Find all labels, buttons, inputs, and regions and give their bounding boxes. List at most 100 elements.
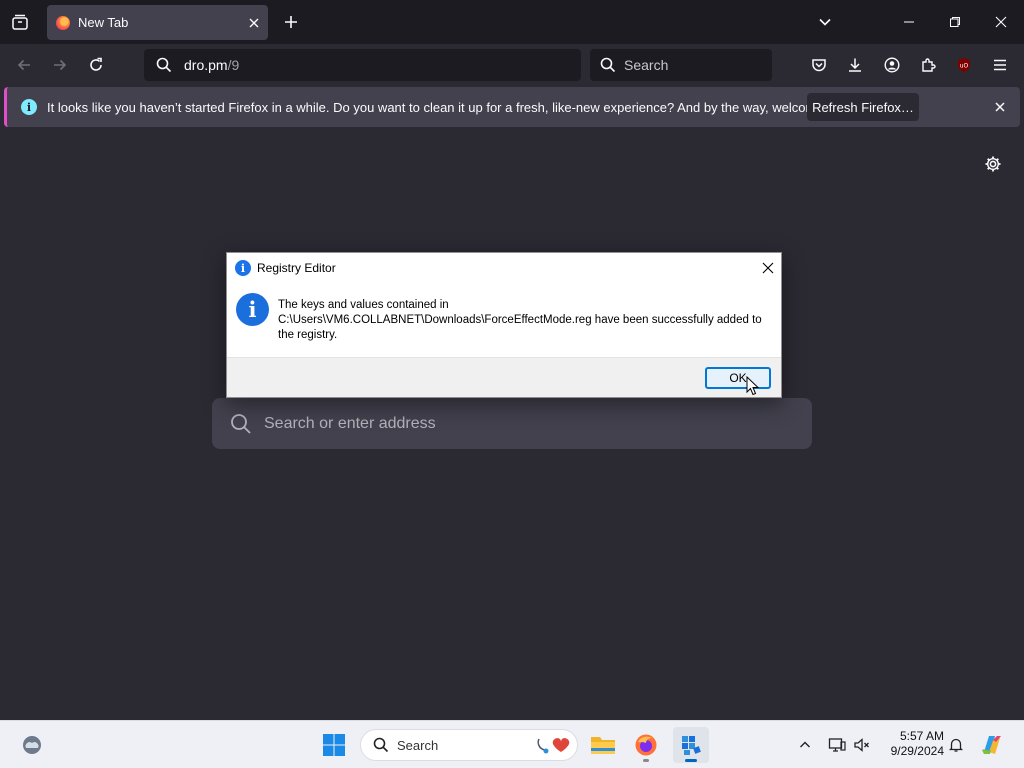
- account-icon: [884, 57, 900, 73]
- tab-close-button[interactable]: [240, 9, 268, 37]
- clock[interactable]: 5:57 AM 9/29/2024: [880, 729, 944, 759]
- info-icon: i: [235, 260, 251, 276]
- bell-icon: [948, 738, 964, 752]
- plus-icon: [285, 16, 297, 28]
- url-bar[interactable]: dro.pm/9: [144, 49, 581, 81]
- close-icon: [995, 102, 1005, 112]
- search-icon: [373, 737, 389, 753]
- taskbar: Search 5:57 AM 9/29/2024: [0, 720, 1024, 768]
- search-icon: [600, 57, 616, 73]
- start-button[interactable]: [316, 727, 352, 763]
- registry-editor-icon: [682, 736, 701, 755]
- tab-list-icon: [12, 14, 28, 30]
- search-icon: [231, 413, 251, 434]
- dialog-title: Registry Editor: [257, 261, 336, 275]
- refresh-firefox-button[interactable]: Refresh Firefox…: [807, 93, 919, 121]
- registry-editor-taskbar-button[interactable]: [673, 727, 709, 763]
- refresh-firefox-notification: i It looks like you haven’t started Fire…: [4, 87, 1020, 127]
- reload-icon: [90, 57, 102, 71]
- window-close-button[interactable]: [987, 8, 1015, 36]
- widgets-button[interactable]: [14, 727, 50, 763]
- firefox-icon: [635, 734, 657, 756]
- active-indicator: [685, 759, 697, 762]
- ok-button[interactable]: OK: [705, 367, 771, 389]
- pocket-button[interactable]: [806, 52, 832, 78]
- dialog-message-line: C:\Users\VM6.COLLABNET\Downloads\ForceEf…: [278, 314, 762, 326]
- url-host: dro.pm: [184, 57, 228, 73]
- gear-icon: [985, 156, 1001, 172]
- dialog-message: The keys and values contained in C:\User…: [278, 298, 778, 343]
- show-hidden-icons-button[interactable]: [793, 733, 817, 757]
- clock-time: 5:57 AM: [899, 729, 944, 743]
- copilot-button[interactable]: [978, 731, 1006, 759]
- download-icon: [849, 58, 861, 72]
- app-menu-button[interactable]: [987, 52, 1013, 78]
- windows-icon: [323, 734, 345, 756]
- dialog-message-line: The keys and values contained in: [278, 299, 449, 311]
- minimize-icon: [904, 21, 914, 23]
- search-bar-placeholder: Search: [624, 57, 669, 73]
- tab-list-button[interactable]: [6, 8, 34, 36]
- menu-icon: [994, 59, 1006, 71]
- personalize-button[interactable]: [980, 151, 1006, 177]
- weather-icon: [23, 736, 41, 754]
- notification-close-button[interactable]: [989, 96, 1011, 118]
- volume-button[interactable]: [850, 733, 874, 757]
- newtab-search-placeholder: Search or enter address: [264, 414, 436, 432]
- taskbar-search-input[interactable]: Search: [360, 729, 578, 761]
- search-icon: [156, 57, 172, 73]
- restore-icon: [950, 17, 960, 27]
- dialog-close-button[interactable]: [755, 255, 781, 281]
- close-icon: [762, 262, 774, 274]
- dialog-titlebar[interactable]: i Registry Editor: [227, 253, 781, 283]
- notification-message: It looks like you haven’t started Firefo…: [47, 99, 859, 115]
- back-button[interactable]: [9, 50, 39, 80]
- search-bar[interactable]: Search: [590, 49, 772, 81]
- restore-button[interactable]: [941, 8, 969, 36]
- dialog-footer: OK: [227, 357, 781, 397]
- url-text: dro.pm/9: [184, 57, 239, 73]
- firefox-taskbar-button[interactable]: [628, 727, 664, 763]
- info-icon: i: [21, 99, 37, 115]
- folder-icon: [591, 737, 615, 754]
- close-icon: [249, 18, 259, 27]
- pocket-icon: [812, 59, 826, 72]
- nav-bar: dro.pm/9 Search uO: [0, 44, 1024, 86]
- newtab-search-input[interactable]: Search or enter address: [212, 398, 812, 449]
- forward-button[interactable]: [45, 50, 75, 80]
- downloads-button[interactable]: [842, 52, 868, 78]
- copilot-icon: [982, 736, 1001, 754]
- extensions-button[interactable]: [915, 52, 941, 78]
- list-all-tabs-button[interactable]: [812, 9, 838, 35]
- clock-date: 9/29/2024: [890, 744, 944, 758]
- firefox-icon: [56, 15, 70, 30]
- minimize-button[interactable]: [895, 8, 923, 36]
- info-icon: i: [236, 293, 269, 326]
- arrow-left-icon: [17, 59, 30, 71]
- registry-editor-dialog: i Registry Editor i The keys and values …: [226, 252, 782, 398]
- file-explorer-button[interactable]: [585, 727, 621, 763]
- chevron-down-icon: [819, 18, 831, 26]
- mouse-cursor-icon: [746, 376, 760, 396]
- arrow-right-icon: [54, 59, 67, 71]
- new-tab-button[interactable]: [278, 9, 304, 35]
- svg-text:uO: uO: [960, 63, 969, 70]
- network-icon: [828, 738, 846, 752]
- notifications-button[interactable]: [944, 733, 968, 757]
- volume-icon: [854, 738, 869, 752]
- account-button[interactable]: [879, 52, 905, 78]
- dialog-body: i The keys and values contained in C:\Us…: [227, 283, 781, 357]
- reload-button[interactable]: [81, 50, 111, 80]
- taskbar-search-placeholder: Search: [397, 737, 439, 753]
- extensions-icon: [922, 58, 936, 72]
- ublock-icon: uO: [958, 58, 970, 72]
- tab-title: New Tab: [78, 15, 129, 30]
- ublock-button[interactable]: uO: [951, 52, 977, 78]
- close-icon: [995, 16, 1007, 28]
- tab-new-tab[interactable]: New Tab: [47, 5, 268, 40]
- chevron-up-icon: [800, 741, 810, 748]
- search-highlight-icon: [537, 738, 570, 754]
- network-button[interactable]: [825, 733, 849, 757]
- tab-strip: New Tab: [0, 0, 1024, 44]
- running-indicator: [643, 759, 649, 762]
